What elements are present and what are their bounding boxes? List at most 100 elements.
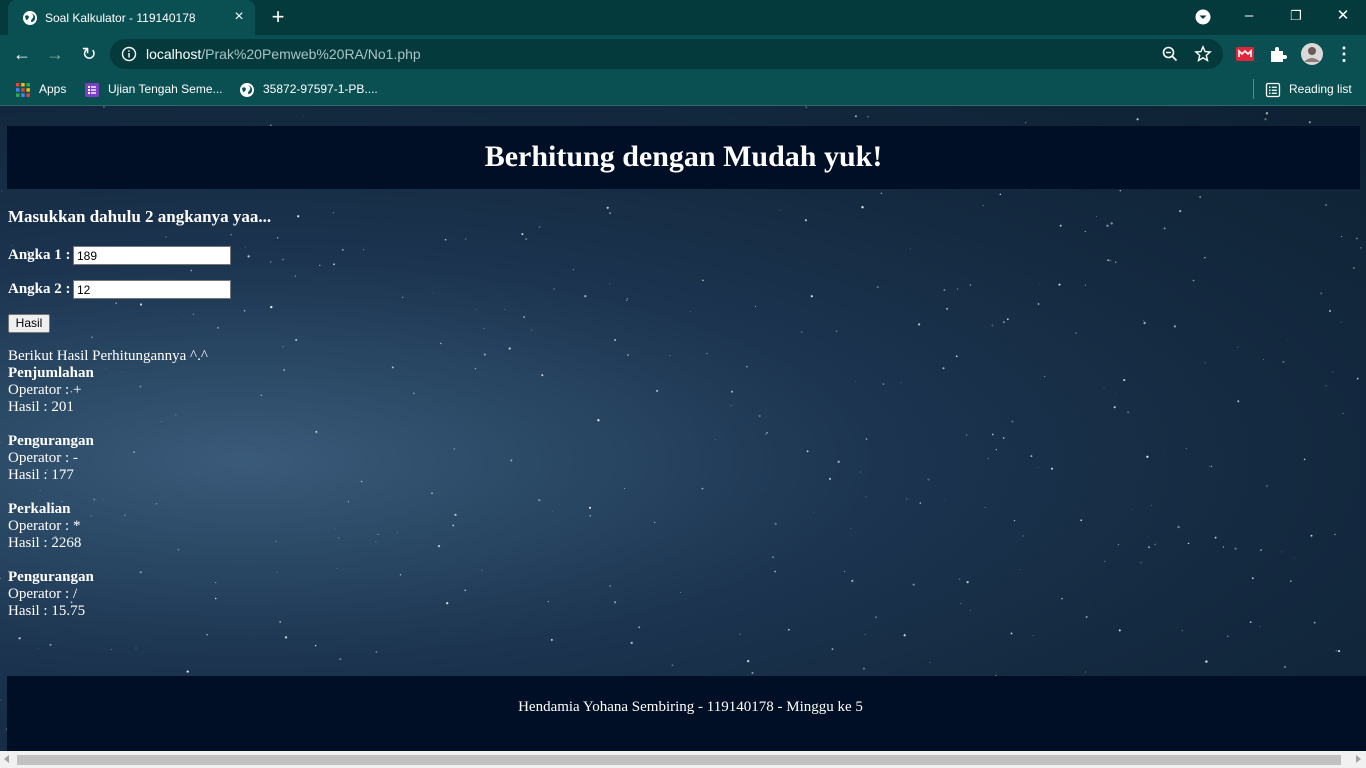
star-dot xyxy=(1061,598,1063,600)
star-dot xyxy=(139,303,143,306)
star-dot xyxy=(1334,533,1336,536)
menu-kebab-icon[interactable]: ⋮ xyxy=(1331,41,1357,67)
tab-close-icon[interactable]: × xyxy=(230,8,248,26)
angka1-row: Angka 1 : xyxy=(8,246,231,265)
star-dot xyxy=(758,414,761,418)
extension-red-icon[interactable] xyxy=(1234,43,1256,65)
tab-soal-kalkulator[interactable]: Soal Kalkulator - 119140178 × xyxy=(8,0,255,35)
star-dot xyxy=(999,193,1002,196)
star-dot xyxy=(680,592,682,593)
forward-button[interactable]: → xyxy=(42,41,68,67)
star-dot xyxy=(1332,371,1334,373)
bookmarks-bar: Apps Ujian Tengah Seme... 35872-97597-1-… xyxy=(0,73,1366,106)
star-dot xyxy=(1187,542,1190,545)
star-dot xyxy=(919,502,921,504)
star-dot xyxy=(523,316,526,319)
restore-button[interactable]: ❐ xyxy=(1273,0,1319,32)
bookmark-star-icon[interactable] xyxy=(1194,45,1212,63)
scroll-left-icon[interactable] xyxy=(4,755,9,763)
star-dot xyxy=(864,634,866,635)
star-dot xyxy=(626,298,628,300)
profile-avatar-icon[interactable] xyxy=(1300,42,1324,66)
star-dot xyxy=(452,524,455,527)
star-dot xyxy=(1251,577,1254,580)
star-dot xyxy=(1325,385,1327,387)
star-dot xyxy=(1293,556,1295,558)
star-dot xyxy=(1059,224,1062,227)
star-dot xyxy=(1002,437,1005,439)
site-info-icon[interactable] xyxy=(121,46,137,62)
close-window-button[interactable]: ✕ xyxy=(1320,0,1366,32)
star-dot xyxy=(584,295,587,298)
operation-result: Hasil : 201 xyxy=(8,399,74,415)
operation-result: Hasil : 2268 xyxy=(8,535,82,551)
star-dot xyxy=(190,269,193,272)
star-dot xyxy=(0,577,2,580)
star-dot xyxy=(966,434,968,436)
star-dot xyxy=(375,541,377,543)
operation-operator: Operator : - xyxy=(8,450,78,466)
back-button[interactable]: ← xyxy=(9,41,35,67)
star-dot xyxy=(1037,303,1040,305)
star-dot xyxy=(1325,204,1327,206)
star-dot xyxy=(1013,519,1016,522)
star-dot xyxy=(1337,650,1341,653)
star-dot xyxy=(1127,411,1130,414)
angka2-input[interactable] xyxy=(73,280,231,299)
star-dot xyxy=(214,597,217,600)
star-dot xyxy=(115,302,118,305)
star-dot xyxy=(1237,346,1239,348)
star-dot xyxy=(702,279,704,282)
address-bar[interactable]: localhost/Prak%20Pemweb%20RA/No1.php xyxy=(110,39,1223,69)
star-dot xyxy=(984,506,986,508)
tab-search-icon[interactable] xyxy=(1195,9,1211,25)
star-dot xyxy=(360,480,363,483)
tab-title: Soal Kalkulator - 119140178 xyxy=(45,11,196,25)
hasil-button[interactable]: Hasil xyxy=(8,314,50,333)
scroll-right-icon[interactable] xyxy=(1356,755,1361,763)
star-dot xyxy=(135,647,137,649)
angka1-label: Angka 1 : xyxy=(8,247,71,263)
star-dot xyxy=(1249,621,1252,623)
zoom-icon[interactable] xyxy=(1161,45,1179,63)
new-tab-button[interactable]: + xyxy=(266,5,290,29)
star-dot xyxy=(966,580,969,584)
star-dot xyxy=(1022,534,1025,537)
extensions-puzzle-icon[interactable] xyxy=(1267,43,1289,65)
angka1-input[interactable] xyxy=(73,246,231,265)
reload-button[interactable]: ↻ xyxy=(76,41,102,67)
star-dot xyxy=(909,248,911,250)
bookmark-ujian-tengah[interactable]: Ujian Tengah Seme... xyxy=(84,79,223,99)
star-dot xyxy=(714,438,716,440)
star-dot xyxy=(903,634,906,637)
star-dot xyxy=(597,419,600,422)
page-viewport: Berhitung dengan Mudah yuk! Masukkan dah… xyxy=(0,106,1366,751)
star-dot xyxy=(412,392,415,395)
star-dot xyxy=(453,448,456,450)
url-text[interactable]: localhost/Prak%20Pemweb%20RA/No1.php xyxy=(146,46,421,62)
star-dot xyxy=(1281,551,1283,553)
star-dot xyxy=(91,336,93,338)
star-dot xyxy=(982,205,984,207)
angka2-label: Angka 2 : xyxy=(8,281,71,297)
star-dot xyxy=(439,342,442,345)
scrollbar-thumb[interactable] xyxy=(17,755,1341,765)
star-dot xyxy=(1342,412,1344,414)
operation-operator: Operator : * xyxy=(8,518,81,534)
star-dot xyxy=(669,355,671,357)
star-dot xyxy=(862,667,866,670)
star-dot xyxy=(1287,340,1289,342)
star-dot xyxy=(761,488,763,490)
star-dot xyxy=(260,394,263,397)
horizontal-scrollbar[interactable] xyxy=(0,751,1366,768)
star-dot xyxy=(627,354,629,356)
reading-list-button[interactable]: Reading list xyxy=(1265,79,1352,99)
star-dot xyxy=(1205,660,1208,663)
star-dot xyxy=(532,231,534,233)
star-dot xyxy=(689,311,691,313)
minimize-button[interactable]: – xyxy=(1226,0,1272,32)
bookmark-apps[interactable]: Apps xyxy=(15,79,66,99)
bookmark-pdf[interactable]: 35872-97597-1-PB.... xyxy=(239,79,378,99)
star-dot xyxy=(1335,650,1337,652)
star-dot xyxy=(391,366,394,369)
